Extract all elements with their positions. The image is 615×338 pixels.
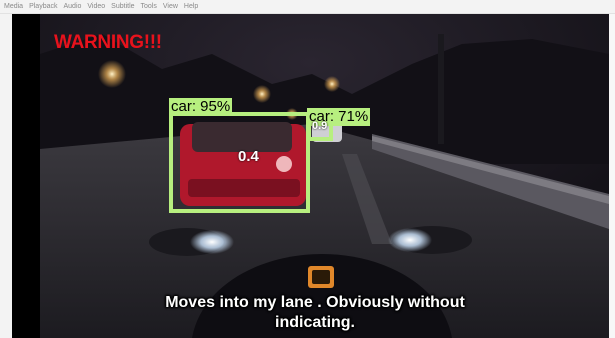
warning-text: WARNING!!! [54, 32, 162, 53]
detection-label-car-1: car: 95% [169, 98, 233, 116]
subtitle-line-2: indicating. [275, 314, 355, 331]
left-gutter [0, 14, 12, 338]
menu-help[interactable]: Help [184, 3, 198, 10]
detection-score-car-2: 0.9 [312, 120, 328, 132]
menu-tools[interactable]: Tools [141, 3, 157, 10]
video-scene [12, 14, 609, 338]
subtitle-line-1: Moves into my lane . Obviously without [165, 294, 465, 311]
detection-score-car-1: 0.4 [238, 148, 259, 165]
letterbox [12, 14, 40, 338]
subtitle: Moves into my lane . Obviously without i… [80, 293, 550, 333]
video-frame[interactable]: WARNING!!! car: 95% 0.4 car: 71% 0.9 Mov… [12, 14, 609, 338]
menu-subtitle[interactable]: Subtitle [111, 3, 134, 10]
right-gutter [609, 14, 615, 338]
menu-view[interactable]: View [163, 3, 178, 10]
menu-playback[interactable]: Playback [29, 3, 57, 10]
menu-media[interactable]: Media [4, 3, 23, 10]
menu-audio[interactable]: Audio [63, 3, 81, 10]
menu-video[interactable]: Video [87, 3, 105, 10]
menu-bar: Media Playback Audio Video Subtitle Tool… [0, 0, 615, 14]
